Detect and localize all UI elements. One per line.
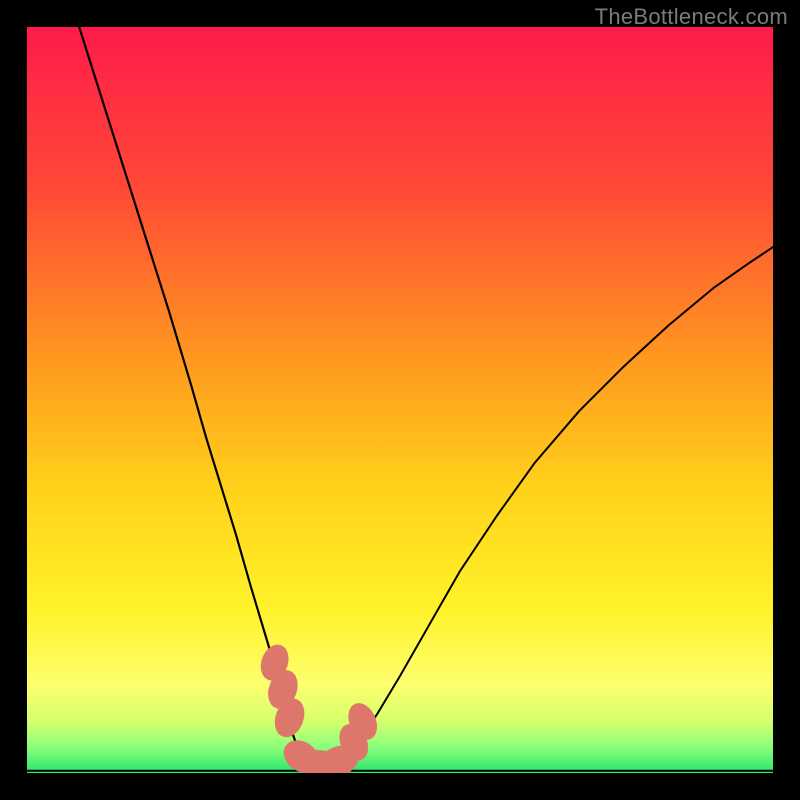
gradient-background	[27, 27, 773, 773]
chart-stage: { "watermark": "TheBottleneck.com", "cha…	[0, 0, 800, 800]
watermark-text: TheBottleneck.com	[595, 4, 788, 30]
bottleneck-chart	[27, 27, 773, 773]
